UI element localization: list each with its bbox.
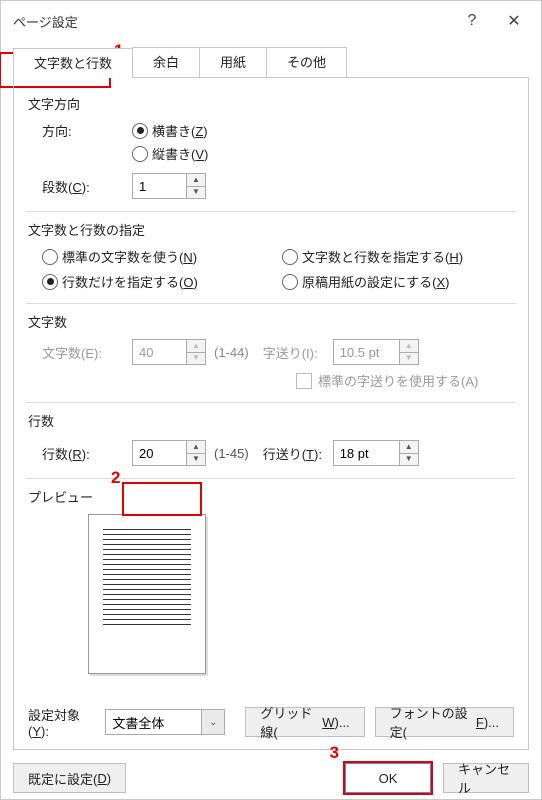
lines-label: 行数(R):	[42, 444, 132, 463]
char-pitch-spin-buttons: ▲ ▼	[399, 339, 419, 365]
spin-up-icon[interactable]: ▲	[400, 441, 418, 454]
section-lines: 行数	[28, 411, 514, 430]
annotation-3: 3	[330, 743, 339, 763]
section-preview: プレビュー	[28, 487, 514, 506]
radio-both-label: 文字数と行数を指定する(H)	[302, 247, 463, 266]
spin-up-icon[interactable]: ▲	[187, 441, 205, 454]
radio-lines-only[interactable]: 行数だけを指定する(O)	[42, 272, 282, 291]
checkbox-default-pitch	[296, 373, 312, 389]
radio-icon	[282, 249, 298, 265]
radio-grid-paper-label: 原稿用紙の設定にする(X)	[302, 272, 449, 291]
spin-up-icon: ▲	[400, 340, 418, 353]
spin-down-icon[interactable]: ▼	[187, 187, 205, 199]
lines-spinner[interactable]: ▲ ▼	[132, 440, 206, 466]
columns-input[interactable]	[132, 173, 186, 199]
section-chars: 文字数	[28, 312, 514, 331]
tab-margins[interactable]: 余白	[132, 47, 200, 77]
set-default-button[interactable]: 既定に設定(D)	[13, 763, 126, 793]
help-icon[interactable]: ?	[451, 1, 493, 41]
radio-icon	[132, 146, 148, 162]
radio-icon	[282, 274, 298, 290]
section-spec: 文字数と行数の指定	[28, 220, 514, 239]
radio-horizontal[interactable]: 横書き(Z)	[132, 121, 208, 140]
tab-paper[interactable]: 用紙	[199, 47, 267, 77]
chevron-down-icon[interactable]: ⌄	[201, 709, 225, 735]
apply-to-combo[interactable]: ⌄	[105, 709, 225, 735]
chars-spin-buttons: ▲ ▼	[186, 339, 206, 365]
columns-label: 段数(C):	[42, 177, 132, 196]
tab-bar: 文字数と行数 余白 用紙 その他	[13, 47, 529, 78]
gridlines-button[interactable]: グリッド線(W)...	[245, 707, 364, 737]
radio-lines-only-label: 行数だけを指定する(O)	[62, 272, 198, 291]
chars-label: 文字数(E):	[42, 343, 132, 362]
tab-characters-lines[interactable]: 文字数と行数	[13, 48, 133, 78]
preview-page	[88, 514, 206, 674]
radio-grid-paper[interactable]: 原稿用紙の設定にする(X)	[282, 272, 514, 291]
lines-range: (1-45)	[214, 446, 249, 461]
titlebar: ページ設定 ? ✕	[1, 1, 541, 41]
spin-down-icon: ▼	[187, 353, 205, 365]
radio-horizontal-label: 横書き(Z)	[152, 121, 208, 140]
spin-up-icon[interactable]: ▲	[187, 174, 205, 187]
radio-icon	[132, 123, 148, 139]
page-setup-dialog: ページ設定 ? ✕ 1 文字数と行数 余白 用紙 その他 文字方向 方向: 横書…	[0, 0, 542, 800]
checkbox-default-pitch-label: 標準の字送りを使用する(A)	[318, 371, 478, 390]
spin-down-icon: ▼	[400, 353, 418, 365]
char-pitch-spinner: ▲ ▼	[333, 339, 419, 365]
radio-icon	[42, 249, 58, 265]
tab-content: 文字方向 方向: 横書き(Z) 縦書き(V) 段数(C):	[13, 78, 529, 750]
spin-down-icon[interactable]: ▼	[187, 454, 205, 466]
tab-other[interactable]: その他	[266, 47, 347, 77]
line-pitch-label: 行送り(T):	[263, 444, 333, 463]
spin-down-icon[interactable]: ▼	[400, 454, 418, 466]
columns-spin-buttons[interactable]: ▲ ▼	[186, 173, 206, 199]
line-pitch-input[interactable]	[333, 440, 399, 466]
chars-range: (1-44)	[214, 345, 249, 360]
char-pitch-input	[333, 339, 399, 365]
dialog-title: ページ設定	[13, 12, 451, 31]
dialog-body: 1 文字数と行数 余白 用紙 その他 文字方向 方向: 横書き(Z)	[1, 47, 541, 800]
cancel-button[interactable]: キャンセル	[443, 763, 529, 793]
chars-spinner: ▲ ▼	[132, 339, 206, 365]
annotation-2: 2	[111, 468, 120, 488]
line-pitch-spin-buttons[interactable]: ▲ ▼	[399, 440, 419, 466]
close-icon[interactable]: ✕	[493, 1, 535, 41]
char-pitch-label: 字送り(I):	[263, 343, 333, 362]
section-direction: 文字方向	[28, 94, 514, 113]
ok-button[interactable]: OK	[345, 763, 431, 793]
radio-both[interactable]: 文字数と行数を指定する(H)	[282, 247, 514, 266]
radio-vertical-label: 縦書き(V)	[152, 144, 208, 163]
radio-icon	[42, 274, 58, 290]
chars-input	[132, 339, 186, 365]
font-settings-button[interactable]: フォントの設定(F)...	[375, 707, 514, 737]
direction-label: 方向:	[42, 121, 132, 140]
radio-vertical[interactable]: 縦書き(V)	[132, 144, 208, 163]
line-pitch-spinner[interactable]: ▲ ▼	[333, 440, 419, 466]
settings-row: 設定対象(Y): ⌄ グリッド線(W)... フォントの設定(F)...	[28, 705, 514, 739]
lines-spin-buttons[interactable]: ▲ ▼	[186, 440, 206, 466]
lines-input[interactable]	[132, 440, 186, 466]
apply-to-value[interactable]	[105, 709, 201, 735]
spin-up-icon: ▲	[187, 340, 205, 353]
apply-to-label: 設定対象(Y):	[28, 705, 95, 739]
radio-standard[interactable]: 標準の文字数を使う(N)	[42, 247, 282, 266]
dialog-footer: 既定に設定(D) 3 OK キャンセル	[13, 761, 529, 795]
columns-spinner[interactable]: ▲ ▼	[132, 173, 206, 199]
radio-standard-label: 標準の文字数を使う(N)	[62, 247, 197, 266]
